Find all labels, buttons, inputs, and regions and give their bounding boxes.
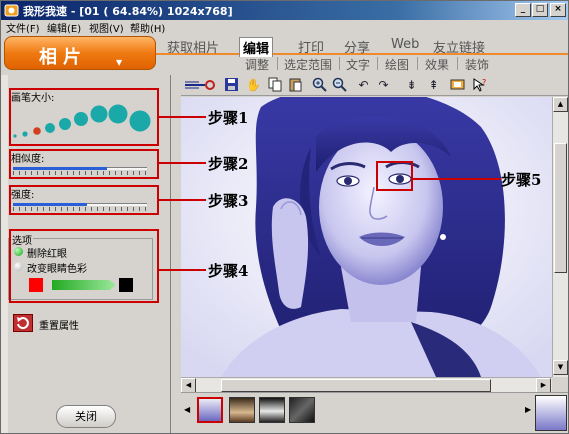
callout-line: [159, 116, 206, 118]
step3-label: 步骤3: [208, 192, 249, 210]
current-photo-preview: [535, 395, 567, 431]
pan-hand-icon[interactable]: ✋: [245, 77, 262, 94]
scroll-up-icon[interactable]: ▲: [553, 97, 568, 112]
vertical-scrollbar[interactable]: ▲ ▼: [552, 97, 568, 377]
import-icon[interactable]: ⇟: [403, 77, 420, 94]
edit-toolbar: ✋ ↶ ↷ ⇟ ⇞ ?: [181, 75, 568, 96]
subtab-selection[interactable]: 选定范围: [284, 56, 332, 73]
scroll-right-icon[interactable]: ▶: [536, 378, 551, 393]
filmstrip-left-icon[interactable]: ◀: [184, 405, 190, 414]
thumbnail-item[interactable]: [229, 397, 255, 423]
step2-label: 步骤2: [208, 155, 249, 173]
tab-ulead-links[interactable]: 友立链接: [433, 37, 485, 56]
callout-box-options: [9, 229, 159, 303]
menu-edit[interactable]: 编辑(E): [47, 20, 81, 35]
close-window-button[interactable]: ×: [550, 3, 566, 17]
tab-print[interactable]: 打印: [298, 37, 324, 56]
callout-line: [159, 199, 206, 201]
zoom-out-icon[interactable]: [331, 77, 348, 94]
scroll-down-icon[interactable]: ▼: [553, 360, 568, 375]
panel-edge: [1, 75, 8, 433]
callout-box-eye: [376, 161, 413, 191]
subtab-draw[interactable]: 绘图: [385, 56, 409, 73]
subtab-separator: [457, 57, 458, 70]
export-icon[interactable]: ⇞: [425, 77, 442, 94]
undo-icon[interactable]: ↶: [355, 77, 372, 94]
menu-view[interactable]: 视图(V): [89, 20, 124, 35]
subtab-separator: [339, 57, 340, 70]
thumbnail-item[interactable]: [197, 397, 223, 423]
redeye-tool-icon[interactable]: [183, 77, 217, 94]
minimize-button[interactable]: _: [515, 3, 531, 17]
menu-help[interactable]: 帮助(H): [130, 20, 165, 35]
filmstrip-right-icon[interactable]: ▶: [525, 405, 531, 414]
reset-properties-label[interactable]: 重置属性: [39, 317, 79, 332]
main-navigation: 相片 ▼ 获取相片 编辑 打印 分享 Web 友立链接 调整 选定范围 文字 绘…: [1, 34, 568, 74]
zoom-in-icon[interactable]: [311, 77, 328, 94]
portrait-photo: [181, 97, 552, 377]
tab-share[interactable]: 分享: [344, 37, 370, 56]
window-title: 我形我速 - [01 ( 64.84%) 1024x768]: [23, 5, 233, 18]
step5-label: 步骤5: [501, 171, 542, 189]
horizontal-scrollbar[interactable]: ◀ ▶: [181, 377, 552, 393]
reset-properties-icon[interactable]: [13, 314, 33, 332]
chevron-down-icon: ▼: [116, 58, 123, 67]
tab-acquire[interactable]: 获取相片: [167, 37, 219, 56]
svg-text:?: ?: [482, 78, 486, 87]
callout-line: [159, 269, 206, 271]
app-window: 我形我速 - [01 ( 64.84%) 1024x768] _ □ × 文件(…: [0, 0, 569, 434]
help-icon[interactable]: ?: [471, 77, 488, 94]
thumbnail-item[interactable]: [259, 397, 285, 423]
copy-icon[interactable]: [267, 77, 284, 94]
step1-label: 步骤1: [208, 109, 249, 127]
callout-box-brush-size: [9, 88, 159, 146]
scroll-left-icon[interactable]: ◀: [181, 378, 196, 393]
subtab-adjust[interactable]: 调整: [245, 56, 269, 73]
horizontal-scroll-thumb[interactable]: [221, 379, 491, 392]
tab-web[interactable]: Web: [391, 37, 419, 52]
frame-icon[interactable]: [449, 77, 466, 94]
callout-box-intensity: [9, 185, 159, 215]
subtab-separator: [377, 57, 378, 70]
thumbnail-item[interactable]: [289, 397, 315, 423]
step4-label: 步骤4: [208, 262, 249, 280]
callout-line: [413, 178, 501, 180]
callout-line: [159, 162, 206, 164]
close-button[interactable]: 关闭: [56, 405, 116, 428]
maximize-button[interactable]: □: [532, 3, 548, 17]
mode-selector[interactable]: 相片 ▼: [4, 36, 156, 70]
title-bar: 我形我速 - [01 ( 64.84%) 1024x768] _ □ ×: [1, 1, 568, 20]
menu-file[interactable]: 文件(F): [6, 20, 40, 35]
vertical-scroll-thumb[interactable]: [554, 143, 567, 273]
subtab-decorate[interactable]: 装饰: [465, 56, 489, 73]
photo-canvas[interactable]: [181, 97, 552, 377]
menu-bar: 文件(F) 编辑(E) 视图(V) 帮助(H): [1, 20, 568, 35]
redo-icon[interactable]: ↷: [375, 77, 392, 94]
paste-icon[interactable]: [287, 77, 304, 94]
subtab-separator: [277, 57, 278, 70]
subtab-effects[interactable]: 效果: [425, 56, 449, 73]
app-icon: [4, 4, 19, 17]
thumbnail-strip: ◀ ▶: [181, 392, 568, 433]
tab-edit[interactable]: 编辑: [239, 37, 274, 57]
save-icon[interactable]: [223, 77, 240, 94]
callout-box-similarity: [9, 149, 159, 179]
subtab-separator: [417, 57, 418, 70]
subtab-text[interactable]: 文字: [346, 56, 370, 73]
mode-label: 相片: [39, 47, 87, 68]
